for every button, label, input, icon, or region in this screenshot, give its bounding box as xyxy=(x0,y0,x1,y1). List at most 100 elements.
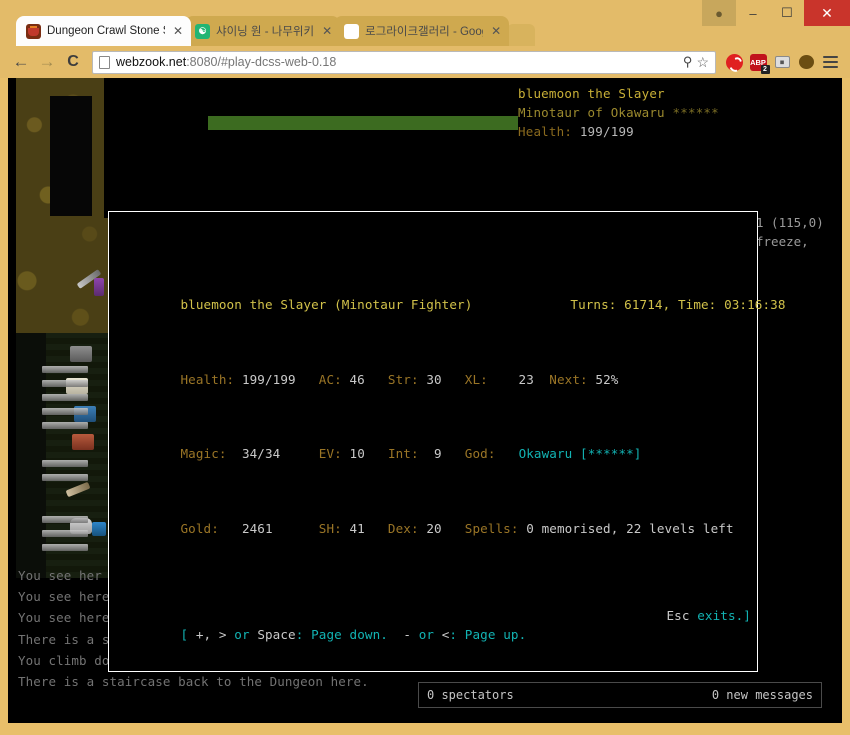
gold-label: Gold: xyxy=(180,521,219,537)
adblock-icon[interactable]: ABP 2 xyxy=(746,53,770,74)
panel-footer: Esc exits.] [ +, > or Space: Page down. … xyxy=(119,588,751,663)
staircase-tile[interactable] xyxy=(42,530,88,537)
page-down-label[interactable]: Page down. xyxy=(311,627,388,642)
staircase-tile[interactable] xyxy=(42,422,88,429)
str-label: Str: xyxy=(387,371,419,387)
opera-red-icon[interactable] xyxy=(722,53,746,71)
god-value: Okawaru xyxy=(518,446,573,462)
tab-google-search[interactable]: G 로그라이크갤러리 - Goog ✕ xyxy=(334,16,510,46)
grid-row: rFire+ + .SeeInvis.T - +11 broad axe of … xyxy=(119,689,756,723)
hud-character-name: bluemoon the Slayer xyxy=(518,86,665,101)
item-tile-figurine[interactable] xyxy=(94,278,104,296)
key-icon[interactable]: ⚲ xyxy=(683,54,693,70)
staircase-tile[interactable] xyxy=(42,366,88,373)
tab-namuwiki[interactable]: ☯ 샤이닝 원 - 나무위키 ✕ xyxy=(185,16,341,46)
space-key[interactable]: Space xyxy=(257,627,295,642)
health-value: 199/199 xyxy=(241,371,296,387)
god-label: God: xyxy=(464,446,496,462)
dex-value: 20 xyxy=(426,521,442,537)
tab-label: 샤이닝 원 - 나무위키 xyxy=(216,26,315,38)
time-value: 03:16:38 xyxy=(724,296,786,312)
footer-colon: : xyxy=(449,626,465,642)
dex-label: Dex: xyxy=(387,521,419,537)
viewport-bottom-fill xyxy=(16,708,842,723)
game-viewport[interactable]: bluemoon the Slayer Minotaur of Okawaru … xyxy=(8,78,842,723)
browser-chrome: ● – ☐ ✕ Dungeon Crawl Stone So ✕ ☯ 샤이닝 원… xyxy=(0,0,850,78)
ev-value: 10 xyxy=(349,446,365,462)
item-tile-red-book[interactable] xyxy=(72,434,94,450)
str-value: 30 xyxy=(426,371,442,387)
gold-value: 2461 xyxy=(241,521,273,537)
stat-row-gold: Gold: 2461 SH: 41 Dex: 20 Spells: 0 memo… xyxy=(119,502,757,536)
hud-health-label: Health: xyxy=(518,124,573,139)
character-overview-panel[interactable]: bluemoon the Slayer (Minotaur Fighter) Tu… xyxy=(108,211,785,723)
back-icon[interactable]: ← xyxy=(8,52,34,72)
item-tile-amulet[interactable] xyxy=(92,522,106,536)
spells-value: 0 memorised, 22 levels left xyxy=(526,521,734,537)
extension-box-icon[interactable]: ■ xyxy=(770,56,794,68)
forward-icon[interactable]: → xyxy=(34,52,60,72)
tab-dungeon-crawl[interactable]: Dungeon Crawl Stone So ✕ xyxy=(16,16,191,46)
page-down-keys[interactable]: +, > xyxy=(196,627,234,642)
close-button[interactable]: ✕ xyxy=(804,0,850,26)
orb-icon[interactable] xyxy=(794,55,818,69)
tab-label: 로그라이크갤러리 - Goog xyxy=(365,26,484,38)
hud-side-line-2: freeze, xyxy=(756,234,809,249)
ac-value: 46 xyxy=(349,371,365,387)
address-bar[interactable]: webzook.net:8080/#play-dcss-web-0.18 ⚲ ☆ xyxy=(92,50,716,74)
window-controls: ● – ☐ ✕ xyxy=(702,0,850,26)
new-tab-button[interactable] xyxy=(507,24,536,46)
stat-row-health: Health: 199/199 AC: 46 Str: 30 XL: 23 Ne… xyxy=(119,352,757,387)
magic-label: Magic: xyxy=(180,446,227,462)
status-hud: bluemoon the Slayer Minotaur of Okawaru … xyxy=(518,84,842,141)
esc-key-label[interactable]: Esc xyxy=(666,608,689,623)
hud-race-god: Minotaur of Okawaru xyxy=(518,105,665,120)
xl-label: XL: xyxy=(464,371,488,387)
staircase-tile[interactable] xyxy=(42,544,88,551)
footer-or: or xyxy=(418,626,442,642)
staircase-tile[interactable] xyxy=(42,460,88,467)
maximize-button[interactable]: ☐ xyxy=(770,0,804,26)
int-value: 9 xyxy=(434,446,442,462)
staircase-tile[interactable] xyxy=(42,380,88,387)
tab-strip: Dungeon Crawl Stone So ✕ ☯ 샤이닝 원 - 나무위키 … xyxy=(16,16,536,46)
stat-row-magic: Magic: 34/34 EV: 10 Int: 9 God: Okawaru … xyxy=(119,427,757,461)
tab-close-icon[interactable]: ✕ xyxy=(173,24,183,38)
reload-icon[interactable]: C xyxy=(60,53,86,71)
next-value: 52% xyxy=(595,371,619,387)
navigation-toolbar: ← → C webzook.net:8080/#play-dcss-web-0.… xyxy=(0,46,850,78)
dark-corridor-tile xyxy=(50,96,92,216)
staircase-tile[interactable] xyxy=(42,408,88,415)
page-up-label[interactable]: Page up. xyxy=(465,627,526,642)
ac-label: AC: xyxy=(318,371,342,387)
page-info-icon[interactable] xyxy=(99,55,110,69)
panel-title-row: bluemoon the Slayer (Minotaur Fighter) Tu… xyxy=(119,277,785,312)
ev-label: EV: xyxy=(318,446,342,462)
page-up-keys[interactable]: - xyxy=(403,627,418,642)
star-icon[interactable]: ☆ xyxy=(696,54,709,71)
staircase-tile[interactable] xyxy=(42,516,88,523)
spells-label: Spells: xyxy=(464,521,519,537)
next-label: Next: xyxy=(549,371,588,387)
menu-icon[interactable] xyxy=(818,56,842,68)
user-profile-button[interactable]: ● xyxy=(702,0,736,26)
url-path: :8080/#play-dcss-web-0.18 xyxy=(186,55,337,69)
dcss-favicon-icon xyxy=(26,23,41,39)
god-piety: [******] xyxy=(580,446,642,462)
tab-close-icon[interactable]: ✕ xyxy=(322,24,332,38)
hud-piety-stars: ****** xyxy=(672,105,719,120)
adblock-badge: 2 xyxy=(760,64,770,74)
sh-label: SH: xyxy=(318,521,342,537)
footer-or: or xyxy=(234,626,258,642)
minimize-button[interactable]: – xyxy=(736,0,770,26)
hud-health-bar xyxy=(208,116,518,130)
footer-bracket: [ xyxy=(180,626,189,642)
time-label: Time: xyxy=(677,296,717,312)
int-label: Int: xyxy=(387,446,419,462)
staircase-tile[interactable] xyxy=(42,474,88,481)
item-tile-stone[interactable] xyxy=(70,346,92,362)
health-label: Health: xyxy=(180,371,235,387)
tab-close-icon[interactable]: ✕ xyxy=(491,24,501,38)
staircase-tile[interactable] xyxy=(42,394,88,401)
turns-value: 61714, xyxy=(624,296,671,312)
